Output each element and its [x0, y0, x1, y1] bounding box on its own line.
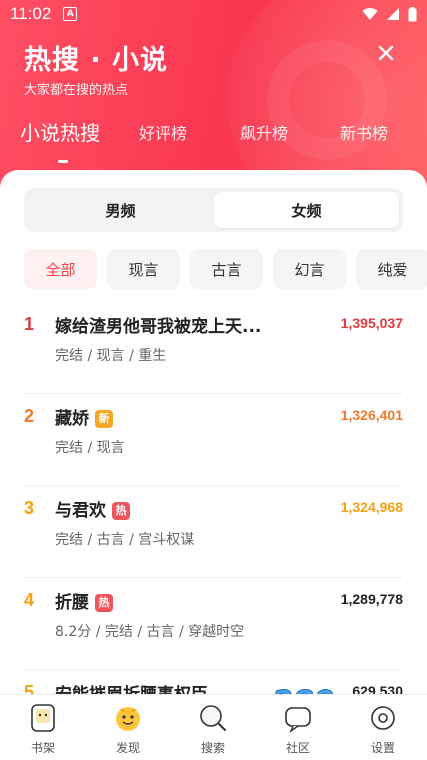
nav-settings[interactable]: 设置 — [353, 703, 413, 756]
rank-number: 4 — [24, 590, 35, 610]
category-pure-love[interactable]: 纯爱 — [356, 249, 427, 289]
tab-bar: 小说热搜 好评榜 飙升榜 新书榜 — [0, 120, 427, 170]
close-button[interactable] — [373, 40, 399, 66]
nav-search[interactable]: 搜索 — [183, 703, 243, 756]
battery-icon — [408, 6, 417, 21]
rank-number: 3 — [24, 498, 35, 518]
close-icon — [378, 45, 394, 61]
book-title[interactable]: 与君欢热 — [55, 496, 130, 521]
settings-icon — [368, 703, 398, 733]
rank-number: 1 — [24, 314, 35, 334]
category-ancient-romance[interactable]: 古言 — [190, 249, 263, 289]
tab-new-books[interactable]: 新书榜 — [340, 120, 388, 144]
nav-label: 书架 — [30, 741, 55, 755]
book-meta: 完结 / 现言 / 重生 — [55, 348, 167, 364]
bookshelf-icon — [28, 703, 58, 733]
search-icon — [198, 703, 228, 733]
book-row[interactable]: 4 折腰热 8.2分 / 完结 / 古言 / 穿越时空 1,289,778 — [24, 578, 403, 670]
male-channel-button[interactable]: 男频 — [28, 192, 213, 228]
book-meta: 完结 / 现言 — [55, 440, 125, 456]
discover-icon — [113, 703, 143, 733]
heat-value: 1,289,778 — [340, 591, 403, 607]
notification-icon: A — [63, 7, 78, 21]
bottom-navigation: 书架 发现 搜索 社区 设置 — [0, 694, 427, 760]
heat-value: 1,395,037 — [340, 315, 403, 331]
new-badge: 新 — [95, 410, 113, 428]
category-modern-romance[interactable]: 现言 — [107, 249, 180, 289]
book-title[interactable]: 嫁给渣男他哥我被宠上天... — [55, 312, 261, 337]
book-meta: 完结 / 古言 / 宫斗权谋 — [55, 532, 195, 548]
book-title[interactable]: 折腰热 — [55, 588, 113, 613]
community-icon — [283, 703, 313, 733]
tab-novel-hot[interactable]: 小说热搜 — [20, 117, 100, 146]
heat-value: 1,324,968 — [340, 499, 403, 515]
hot-badge: 热 — [95, 594, 113, 612]
heat-value: 1,326,401 — [340, 407, 403, 423]
wifi-icon — [362, 8, 378, 20]
nav-label: 搜索 — [200, 741, 225, 755]
tab-rising[interactable]: 飙升榜 — [240, 120, 288, 144]
book-title[interactable]: 藏娇新 — [55, 404, 113, 429]
hot-badge: 热 — [112, 502, 130, 520]
nav-discover[interactable]: 发现 — [98, 703, 158, 756]
gender-toggle: 男频 女频 — [24, 188, 403, 232]
category-fantasy-romance[interactable]: 幻言 — [273, 249, 346, 289]
content-card: 男频 女频 全部 现言 古言 幻言 纯爱 1 嫁给渣男他哥我被宠上天... 完结… — [0, 170, 427, 710]
book-row[interactable]: 1 嫁给渣男他哥我被宠上天... 完结 / 现言 / 重生 1,395,037 — [24, 302, 403, 394]
book-row[interactable]: 2 藏娇新 完结 / 现言 1,326,401 — [24, 394, 403, 486]
tab-top-rated[interactable]: 好评榜 — [139, 120, 187, 144]
book-row[interactable]: 3 与君欢热 完结 / 古言 / 宫斗权谋 1,324,968 — [24, 486, 403, 578]
nav-label: 发现 — [115, 741, 140, 755]
nav-label: 设置 — [370, 741, 395, 755]
status-time: 11:02 — [10, 4, 52, 23]
rank-number: 2 — [24, 406, 35, 426]
signal-icon — [387, 8, 399, 20]
female-channel-button[interactable]: 女频 — [214, 192, 399, 228]
nav-community[interactable]: 社区 — [268, 703, 328, 756]
tab-indicator — [58, 160, 68, 163]
nav-bookshelf[interactable]: 书架 — [13, 703, 73, 756]
status-bar: 11:02 A — [0, 0, 427, 28]
page-subtitle: 大家都在搜的热点 — [24, 83, 129, 98]
book-meta: 8.2分 / 完结 / 古言 / 穿越时空 — [55, 624, 245, 640]
category-all[interactable]: 全部 — [24, 249, 97, 289]
nav-label: 社区 — [285, 741, 310, 755]
category-filter: 全部 现言 古言 幻言 纯爱 — [24, 249, 427, 289]
page-title: 热搜 · 小说 — [24, 45, 169, 76]
